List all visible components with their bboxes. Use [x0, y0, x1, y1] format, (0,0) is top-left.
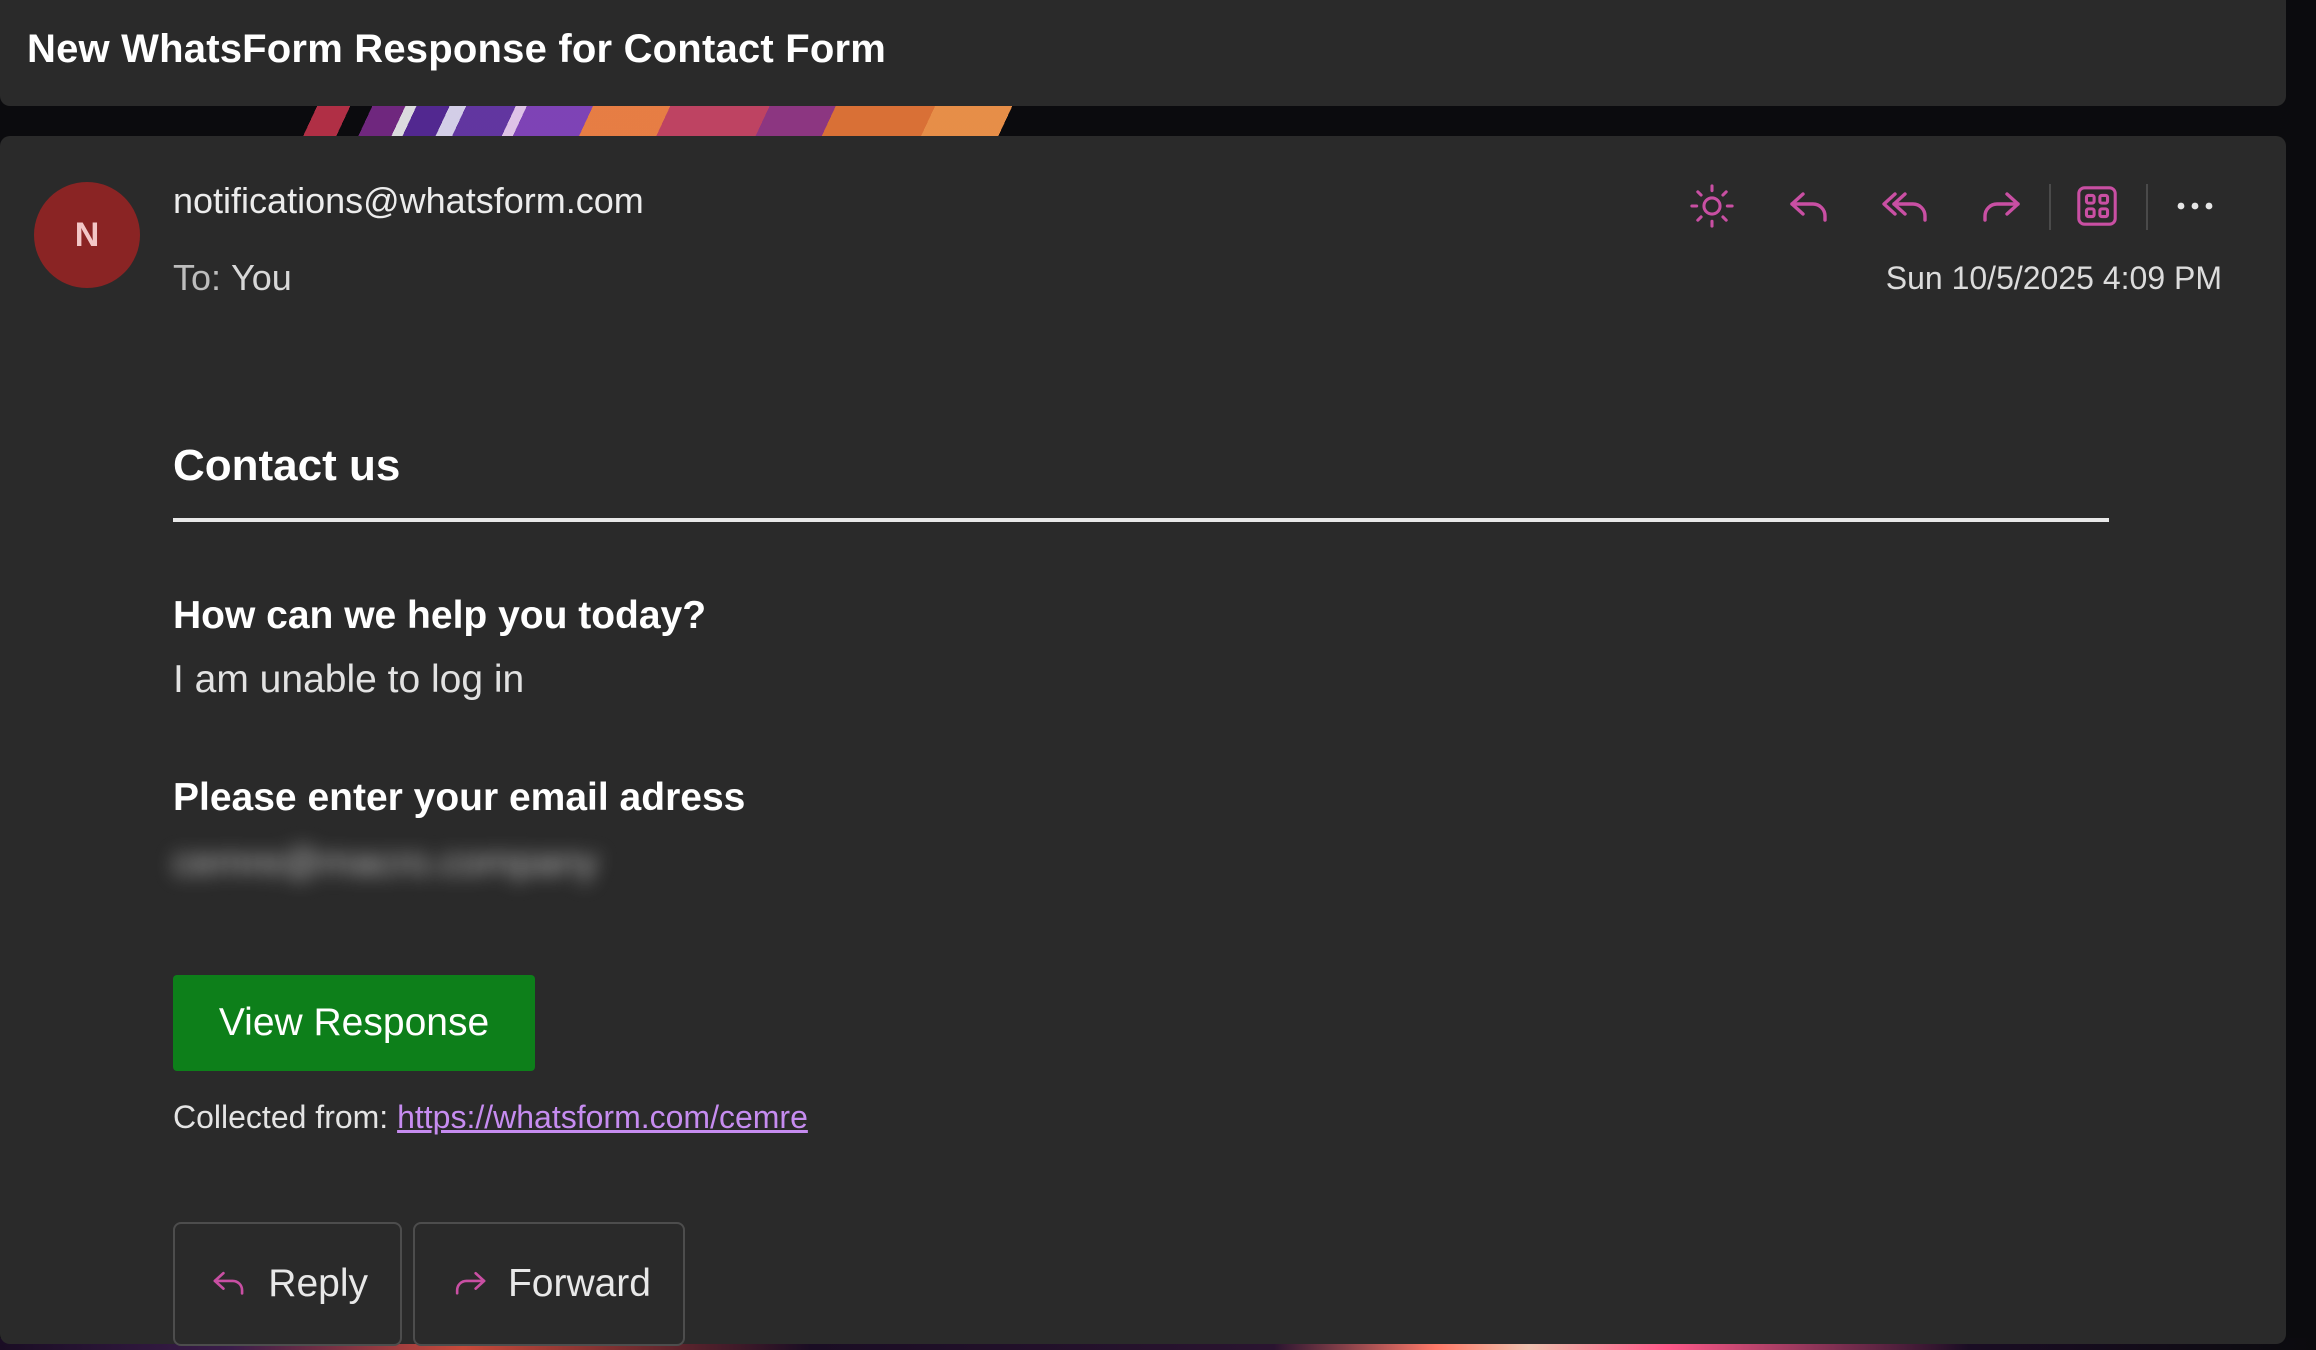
- wallpaper-strip-top: [0, 100, 2316, 140]
- toolbar-divider: [2049, 184, 2051, 230]
- to-label: To:: [173, 257, 222, 298]
- subject-bar: New WhatsForm Response for Contact Form: [0, 0, 2286, 106]
- forward-label: Forward: [507, 1262, 651, 1305]
- view-response-button[interactable]: View Response: [173, 975, 535, 1071]
- recipient-line: To: You: [173, 257, 292, 299]
- collected-label: Collected from:: [173, 1099, 389, 1135]
- message-card: N notifications@whatsform.com To: You Sun…: [0, 136, 2286, 1346]
- forward-icon[interactable]: [1969, 174, 2033, 238]
- more-icon[interactable]: [2163, 174, 2227, 238]
- email-subject: New WhatsForm Response for Contact Form: [27, 27, 886, 71]
- toolbar-divider: [2146, 184, 2148, 230]
- avatar[interactable]: N: [34, 182, 140, 288]
- question-answer: I am unable to log in: [173, 658, 525, 701]
- collected-from: Collected from: https://whatsform.com/ce…: [173, 1099, 808, 1136]
- message-toolbar: [1680, 174, 2240, 238]
- reply-button[interactable]: Reply: [173, 1222, 402, 1346]
- question-label: Please enter your email adress: [173, 776, 746, 819]
- recipient-name[interactable]: You: [231, 257, 292, 298]
- collected-link[interactable]: https://whatsform.com/cemre: [397, 1099, 808, 1135]
- reply-icon: [213, 1271, 244, 1295]
- title-divider: [173, 518, 2109, 522]
- reply-icon[interactable]: [1777, 174, 1841, 238]
- forward-button[interactable]: Forward: [413, 1222, 685, 1346]
- reply-label: Reply: [268, 1262, 368, 1305]
- forward-icon: [455, 1271, 486, 1295]
- sun-icon[interactable]: [1680, 174, 1744, 238]
- apps-icon[interactable]: [2065, 174, 2129, 238]
- sender-address[interactable]: notifications@whatsform.com: [173, 180, 644, 222]
- message-date: Sun 10/5/2025 4:09 PM: [1885, 260, 2222, 296]
- reply-all-icon[interactable]: [1873, 174, 1937, 238]
- form-title: Contact us: [173, 441, 401, 490]
- question-answer-redacted: cemre@macro.company: [173, 841, 599, 884]
- question-label: How can we help you today?: [173, 594, 707, 637]
